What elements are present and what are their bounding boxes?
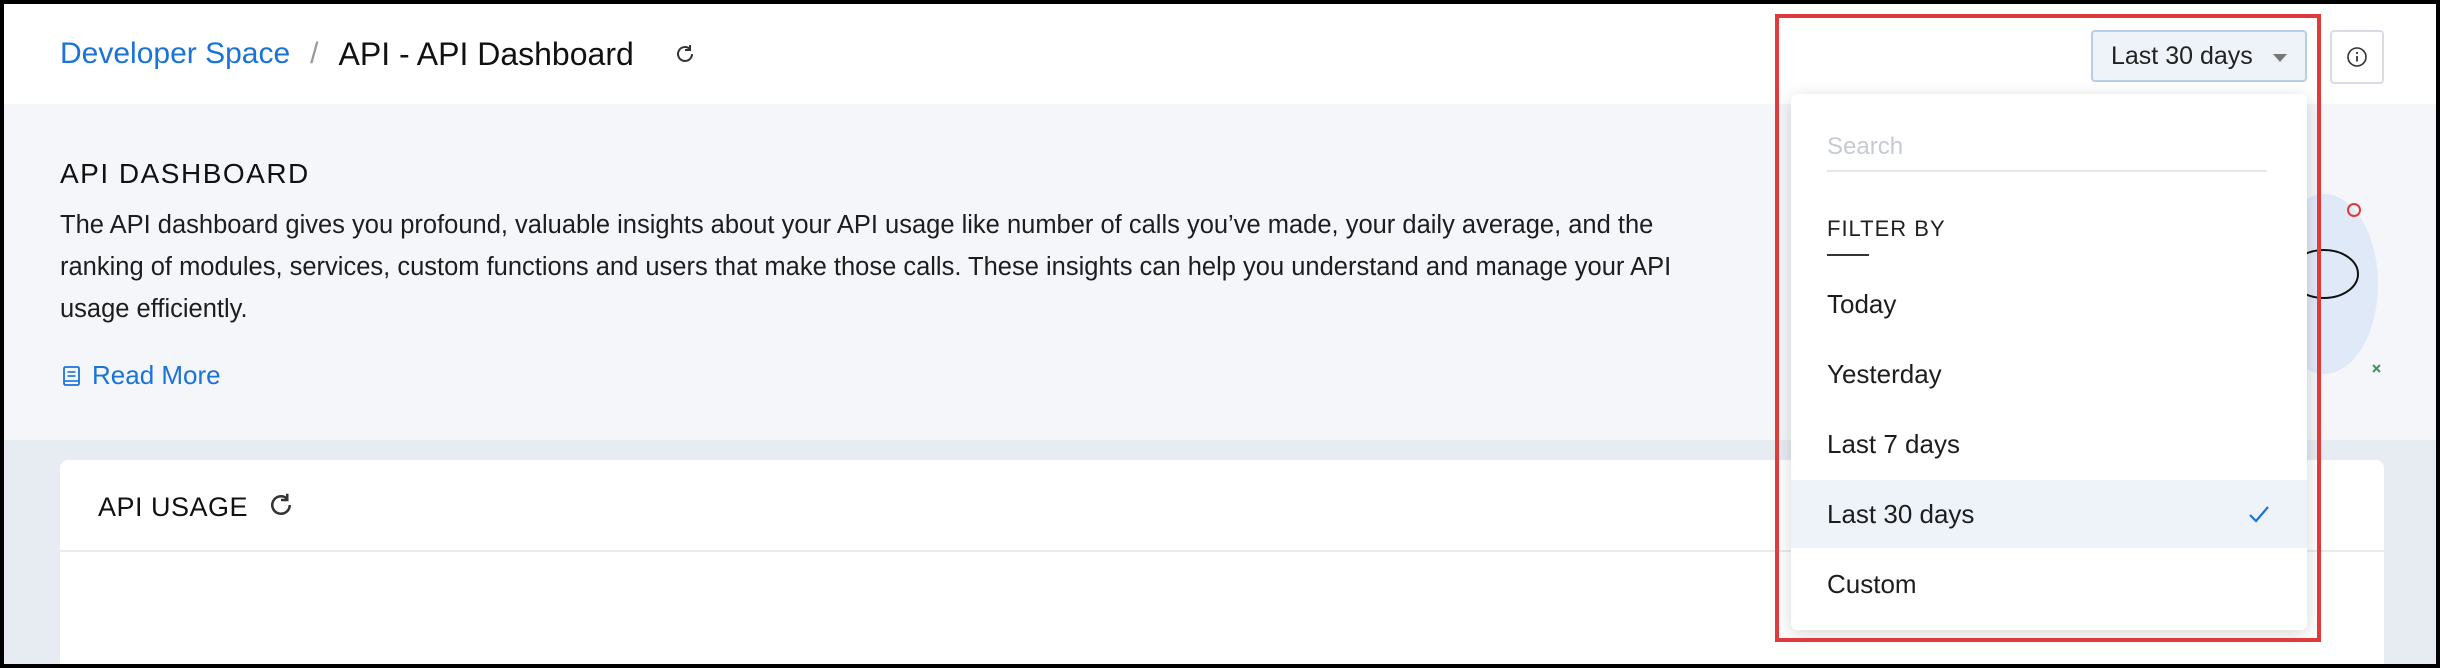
page-title: API - API Dashboard (338, 35, 634, 72)
breadcrumb-separator: / (310, 37, 319, 70)
chevron-down-icon (2273, 54, 2287, 62)
intro-title: API DASHBOARD (60, 158, 310, 189)
option-yesterday[interactable]: Yesterday (1791, 340, 2307, 408)
date-range-value: Last 30 days (2111, 41, 2253, 70)
api-usage-title: API USAGE (98, 492, 249, 522)
option-label: Yesterday (1827, 358, 1942, 389)
read-more-link[interactable]: Read More (62, 360, 221, 391)
breadcrumb: Developer Space / API - API Dashboard (60, 34, 702, 74)
option-custom[interactable]: Custom (1791, 550, 2307, 618)
read-more-label: Read More (92, 360, 221, 390)
date-range-select[interactable]: Last 30 days (2091, 30, 2307, 82)
info-icon (2347, 47, 2367, 67)
breadcrumb-developer-space[interactable]: Developer Space (60, 37, 290, 71)
refresh-icon[interactable] (266, 490, 300, 524)
option-last-30-days[interactable]: Last 30 days (1791, 480, 2307, 548)
option-label: Custom (1827, 568, 1917, 599)
top-header: Developer Space / API - API Dashboard La… (4, 4, 2436, 104)
dropdown-search-input[interactable] (1827, 124, 2267, 172)
check-icon (2249, 506, 2269, 523)
option-last-7-days[interactable]: Last 7 days (1791, 410, 2307, 478)
book-icon (63, 365, 80, 386)
option-label: Last 30 days (1827, 498, 1975, 529)
date-range-dropdown: FILTER BY Today Yesterday Last 7 days La… (1791, 94, 2307, 630)
option-label: Today (1827, 288, 1897, 319)
filter-by-label: FILTER BY (1827, 216, 1946, 241)
info-button[interactable] (2330, 30, 2384, 84)
option-today[interactable]: Today (1791, 270, 2307, 338)
refresh-icon[interactable] (668, 37, 702, 71)
app-window: Developer Space / API - API Dashboard La… (0, 0, 2440, 668)
filter-divider (1827, 254, 1869, 256)
intro-description: The API dashboard gives you profound, va… (60, 211, 1672, 323)
option-label: Last 7 days (1827, 428, 1960, 459)
